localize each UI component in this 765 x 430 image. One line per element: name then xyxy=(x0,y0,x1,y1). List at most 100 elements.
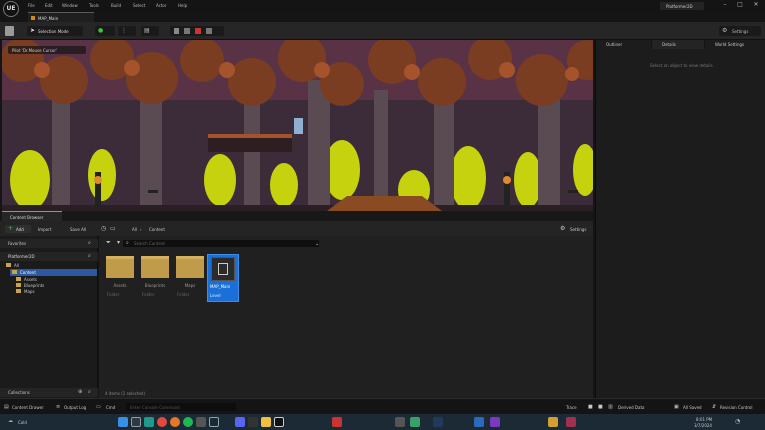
selection-mode-dropdown[interactable]: ➤ Selection Mode xyxy=(27,26,83,36)
output-log-button[interactable]: Output Log xyxy=(64,405,86,410)
search-content-input[interactable]: ⌕ Search Content xyxy=(123,240,319,247)
git-icon[interactable] xyxy=(196,417,206,427)
tab-details[interactable]: Details xyxy=(652,40,704,49)
filter-icon[interactable]: ⏷ xyxy=(106,239,111,247)
blueprint-button[interactable]: ⋮ xyxy=(118,26,136,36)
clock-time[interactable]: 8:01 PM xyxy=(696,417,712,422)
menu-actor[interactable]: Actor xyxy=(156,3,167,8)
menu-help[interactable]: Help xyxy=(178,3,187,8)
unreal-logo-icon[interactable]: UE xyxy=(3,1,19,17)
tab-content-browser[interactable]: Content Browser xyxy=(2,211,62,221)
add-button[interactable]: + Add xyxy=(5,225,31,233)
store-icon[interactable] xyxy=(548,417,558,427)
spotify-icon[interactable] xyxy=(183,417,193,427)
asset-folder-assets[interactable]: Assets Folder xyxy=(105,256,135,304)
search-icon: ⌕ xyxy=(126,240,129,246)
favorites-header[interactable]: Favorites ⌕ xyxy=(0,239,98,248)
chrome-icon[interactable] xyxy=(157,417,167,427)
tab-outliner-label: Outliner xyxy=(606,42,623,47)
weather-text[interactable]: Cold xyxy=(18,420,27,425)
collections-search-icon[interactable]: ⌕ xyxy=(88,389,91,395)
search-icon[interactable] xyxy=(131,417,141,427)
collections-add-icon[interactable]: ⊕ xyxy=(78,389,82,395)
visual-studio-icon[interactable] xyxy=(490,417,500,427)
settings-button[interactable]: ⚙ Settings xyxy=(719,26,761,36)
cmd-dropdown[interactable]: Cmd xyxy=(106,405,115,410)
tab-world-settings[interactable]: World Settings xyxy=(705,40,765,49)
asset-folder-blueprints[interactable]: Blueprints Folder xyxy=(140,256,170,304)
camera-hint: Pilot 'Dr.Mouse Cursor' xyxy=(12,48,58,53)
trace-button[interactable]: Trace xyxy=(566,405,577,410)
maximize-icon[interactable]: □ xyxy=(733,1,747,11)
terminal-app-icon[interactable] xyxy=(248,417,258,427)
app-gray-icon[interactable] xyxy=(395,417,405,427)
folder-app-icon[interactable] xyxy=(261,417,271,427)
firefox-icon[interactable] xyxy=(170,417,180,427)
photoshop-icon[interactable] xyxy=(433,417,443,427)
project-search-icon[interactable]: ⌕ xyxy=(88,253,91,259)
collections-header[interactable]: Collections ⊕ ⌕ xyxy=(0,388,98,397)
title-bar: UE File Edit Window Tools Build Select A… xyxy=(0,0,765,17)
level-tab[interactable]: MAP_Main xyxy=(28,12,94,22)
minimize-icon[interactable]: – xyxy=(718,1,732,11)
tab-world-settings-label: World Settings xyxy=(715,42,745,47)
menu-file[interactable]: File xyxy=(28,3,35,8)
console-input[interactable]: Enter Console Command xyxy=(126,403,236,411)
windows-icon[interactable] xyxy=(118,417,128,427)
cb-gear-icon: ⚙ xyxy=(560,225,566,232)
close-icon[interactable]: ✕ xyxy=(749,1,763,11)
stop-icon[interactable] xyxy=(195,28,201,34)
folder-icon xyxy=(141,256,169,278)
asset-folder-maps[interactable]: Maps Folder xyxy=(175,256,205,304)
trace-record-icon[interactable]: ■ xyxy=(588,404,593,410)
unreal-app-icon[interactable] xyxy=(274,417,284,427)
save-icon[interactable] xyxy=(5,26,14,36)
edge-icon[interactable] xyxy=(144,417,154,427)
menu-window[interactable]: Window xyxy=(62,3,78,8)
all-saved-status[interactable]: All Saved xyxy=(683,405,702,410)
tab-outliner[interactable]: Outliner xyxy=(596,40,651,49)
menu-select[interactable]: Select xyxy=(133,3,145,8)
cb-settings-button[interactable]: Settings xyxy=(570,227,586,232)
app-red-icon[interactable] xyxy=(332,417,342,427)
cursor-icon: ➤ xyxy=(30,27,36,34)
steam-icon[interactable] xyxy=(209,417,219,427)
mail-icon[interactable] xyxy=(566,417,576,427)
project-label: Platformer2D xyxy=(8,254,35,259)
discord-icon[interactable] xyxy=(235,417,245,427)
menu-build[interactable]: Build xyxy=(111,3,121,8)
skip-icon[interactable] xyxy=(184,28,190,34)
asset-level-map-main[interactable]: MAP_Main Level xyxy=(207,254,239,302)
clapper-icon: ▤ xyxy=(144,27,150,34)
search-options-icon[interactable]: ⌄ xyxy=(315,241,320,247)
pause-icon[interactable] xyxy=(174,28,179,34)
vscode-icon[interactable] xyxy=(474,417,484,427)
derived-data-button[interactable]: Derived Data xyxy=(618,405,645,410)
tree-item-content[interactable]: Content xyxy=(10,269,97,276)
weather-icon: ☁ xyxy=(8,418,13,424)
import-button[interactable]: Import xyxy=(38,227,51,232)
project-header[interactable]: Platformer2D ⌕ xyxy=(0,252,98,261)
trace-stop-icon[interactable]: ■ xyxy=(598,404,603,410)
folder-nav-icon[interactable]: ▭ xyxy=(110,225,116,232)
revision-control-button[interactable]: Revision Control xyxy=(720,405,752,410)
save-all-button[interactable]: Save All xyxy=(70,227,86,232)
breadcrumb-content[interactable]: Content xyxy=(149,227,165,232)
eject-icon[interactable] xyxy=(206,28,212,34)
menu-tools[interactable]: Tools xyxy=(89,3,99,8)
menu-edit[interactable]: Edit xyxy=(45,3,53,8)
project-badge[interactable]: Platformer2D xyxy=(660,2,704,10)
add-content-button[interactable]: ● xyxy=(95,26,115,36)
favorites-search-icon[interactable]: ⌕ xyxy=(88,240,91,246)
camera-hint-bar[interactable]: Pilot 'Dr.Mouse Cursor' xyxy=(8,46,86,54)
cinematics-button[interactable]: ▤ xyxy=(141,26,159,36)
history-icon[interactable]: ◷ xyxy=(101,225,106,232)
level-viewport[interactable]: Pilot 'Dr.Mouse Cursor' xyxy=(2,40,593,211)
clock-date[interactable]: 3/7/2024 xyxy=(694,423,712,428)
dropdown-icon[interactable]: ▾ xyxy=(117,239,120,246)
breadcrumb-all[interactable]: All xyxy=(132,227,137,232)
tree-folder-icon xyxy=(16,289,21,293)
app-green-icon[interactable] xyxy=(410,417,420,427)
notification-icon[interactable]: ◔ xyxy=(735,418,740,425)
content-drawer-button[interactable]: Content Drawer xyxy=(12,405,44,410)
